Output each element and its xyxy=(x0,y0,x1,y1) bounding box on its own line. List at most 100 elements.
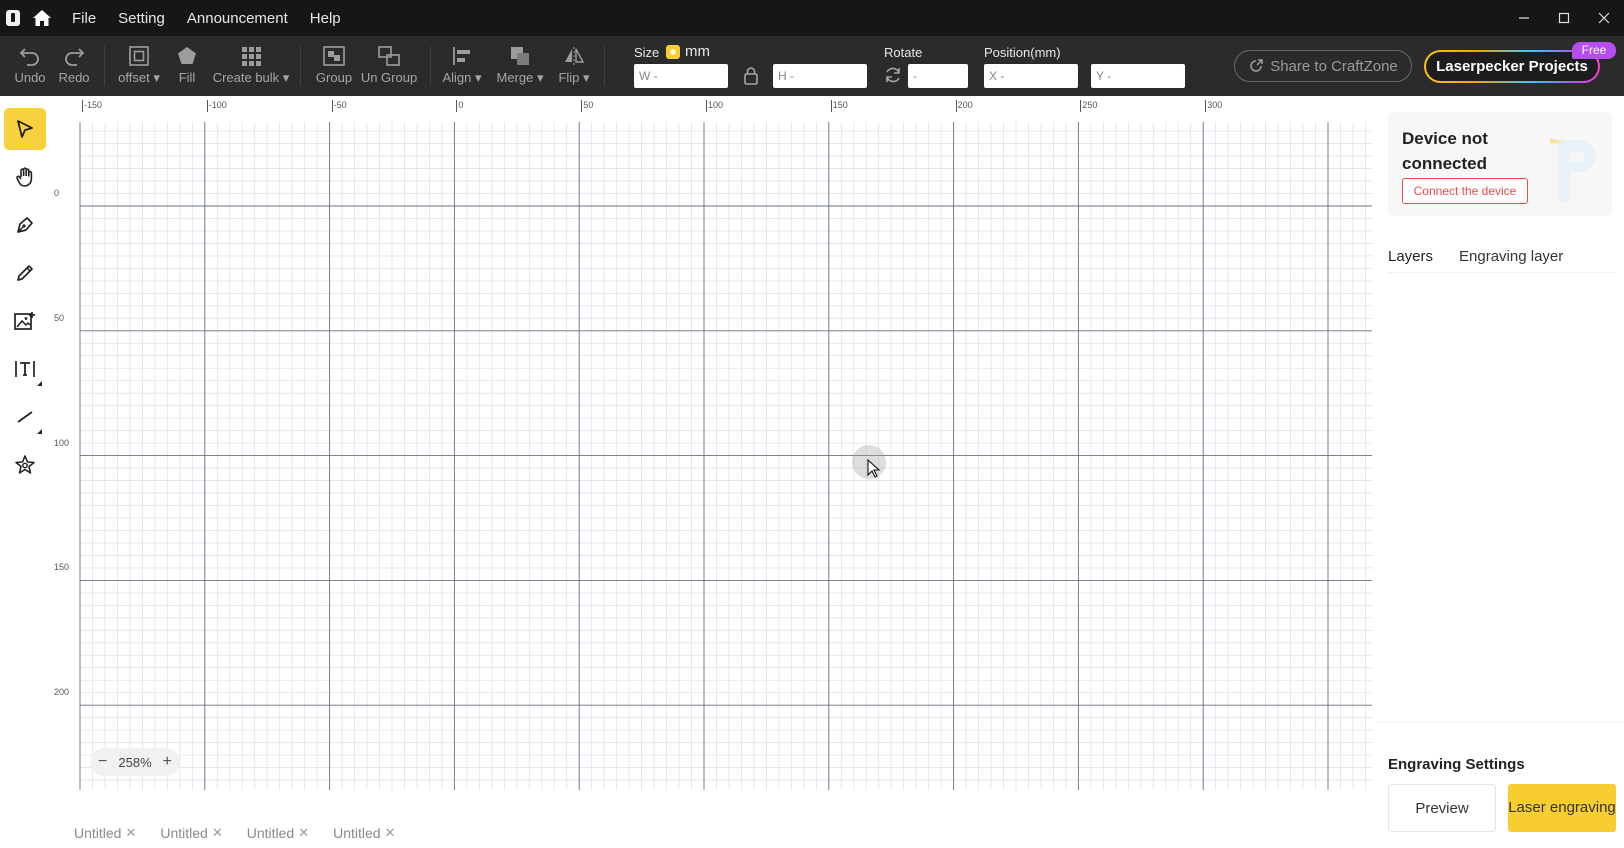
toolbar-divider xyxy=(300,46,301,86)
preview-button[interactable]: Preview xyxy=(1388,784,1496,832)
close-tab-icon[interactable]: ✕ xyxy=(298,825,309,841)
menu-setting[interactable]: Setting xyxy=(118,10,165,27)
minimize-icon xyxy=(1519,17,1529,19)
group-icon xyxy=(323,46,345,66)
share-craftzone-button[interactable]: Share to CraftZone xyxy=(1234,50,1412,82)
grid-background xyxy=(79,122,1372,790)
select-tool[interactable] xyxy=(4,108,46,150)
tab-title: Untitled xyxy=(333,825,381,841)
close-button[interactable] xyxy=(1584,0,1624,36)
document-tab[interactable]: Untitled ✕ xyxy=(333,825,395,841)
document-tab[interactable]: Untitled ✕ xyxy=(247,825,309,841)
redo-label: Redo xyxy=(58,70,90,85)
unit-toggle[interactable] xyxy=(666,45,680,59)
ruler-tick xyxy=(456,100,458,112)
connect-device-button[interactable]: Connect the device xyxy=(1402,178,1528,204)
pencil-icon xyxy=(17,265,33,281)
group-label: Group xyxy=(315,70,353,85)
zoom-in-button[interactable]: + xyxy=(163,753,172,771)
hand-icon xyxy=(16,167,33,187)
ungroup-icon xyxy=(378,46,400,66)
grid-icon xyxy=(242,47,261,66)
ruler-label: 0 xyxy=(54,188,60,198)
lock-icon xyxy=(744,67,758,85)
minimize-button[interactable] xyxy=(1504,0,1544,36)
home-icon xyxy=(33,10,51,26)
magic-tool[interactable] xyxy=(4,444,46,486)
lock-aspect-button[interactable] xyxy=(742,66,760,91)
text-icon xyxy=(15,361,35,377)
pen-tool[interactable] xyxy=(4,204,46,246)
engraving-settings-title: Engraving Settings xyxy=(1388,756,1525,773)
home-button[interactable] xyxy=(24,0,60,36)
pencil-tool[interactable] xyxy=(4,252,46,294)
toolbar: Undo Redo offset ▾ Fill Create bulk ▾ Gr… xyxy=(0,36,1624,96)
ruler-label: -150 xyxy=(84,100,103,110)
fill-button[interactable]: Fill xyxy=(172,36,202,96)
image-tool[interactable] xyxy=(4,300,46,342)
toolbar-divider xyxy=(604,46,605,86)
ruler-label: 50 xyxy=(54,312,65,323)
panel-tabs: Layers Engraving layer xyxy=(1388,242,1589,272)
size-label: Size xyxy=(634,45,660,60)
rotate-field[interactable]: - xyxy=(908,64,968,88)
undo-icon xyxy=(19,48,39,66)
ruler-tick xyxy=(830,100,832,112)
zoom-control: − 258% + xyxy=(90,748,180,776)
ruler-tick xyxy=(331,100,333,112)
align-button[interactable]: Align ▾ xyxy=(440,36,484,96)
y-field[interactable]: Y - xyxy=(1091,64,1185,88)
menu-file[interactable]: File xyxy=(72,10,96,27)
ruler-label: 200 xyxy=(957,100,973,110)
merge-button[interactable]: Merge ▾ xyxy=(494,36,546,96)
close-tab-icon[interactable]: ✕ xyxy=(212,825,223,841)
create-bulk-button[interactable]: Create bulk ▾ xyxy=(212,36,290,96)
share-icon xyxy=(1250,59,1263,72)
design-canvas[interactable]: -150 -100 -50 0 50 100 150 200 250 300 0 50 100 150 2… xyxy=(52,96,1376,818)
tab-layers[interactable]: Layers xyxy=(1388,242,1449,272)
toolbar-divider xyxy=(430,46,431,86)
text-tool[interactable] xyxy=(4,348,46,390)
ruler-tick xyxy=(706,100,707,112)
height-field[interactable]: H - xyxy=(773,64,867,88)
menu-help[interactable]: Help xyxy=(310,10,341,27)
group-button[interactable]: Group xyxy=(312,36,356,96)
free-badge: Free xyxy=(1572,42,1616,59)
close-tab-icon[interactable]: ✕ xyxy=(125,825,136,841)
mouse-cursor-icon xyxy=(867,459,881,478)
submenu-indicator-icon xyxy=(37,429,42,434)
offset-button[interactable]: offset ▾ xyxy=(114,36,164,96)
ruler-label: -100 xyxy=(208,100,227,110)
horizontal-ruler: -150 -100 -50 0 50 100 150 200 250 300 xyxy=(52,96,1376,122)
line-icon xyxy=(17,411,33,423)
redo-button[interactable]: Redo xyxy=(54,36,94,96)
tab-engraving-layer[interactable]: Engraving layer xyxy=(1459,242,1579,272)
line-tool[interactable] xyxy=(4,396,46,438)
tab-title: Untitled xyxy=(74,825,122,841)
offset-label: offset xyxy=(118,70,150,85)
x-field[interactable]: X - xyxy=(984,64,1078,88)
app-logo-icon xyxy=(6,10,20,26)
device-status-card: Device not connected Connect the device xyxy=(1388,112,1612,216)
undo-button[interactable]: Undo xyxy=(10,36,50,96)
flip-button[interactable]: Flip ▾ xyxy=(554,36,594,96)
zoom-out-button[interactable]: − xyxy=(98,753,107,771)
laser-engraving-button[interactable]: Laser engraving xyxy=(1508,784,1616,832)
ruler-label: 250 xyxy=(1082,100,1098,110)
maximize-button[interactable] xyxy=(1544,0,1584,36)
menu-announcement[interactable]: Announcement xyxy=(187,10,288,27)
ruler-label: 150 xyxy=(54,562,70,573)
document-tab[interactable]: Untitled ✕ xyxy=(74,825,136,841)
submenu-indicator-icon xyxy=(37,381,42,386)
ungroup-button[interactable]: Un Group xyxy=(360,36,418,96)
document-tab[interactable]: Untitled ✕ xyxy=(160,825,222,841)
hand-tool[interactable] xyxy=(4,156,46,198)
close-tab-icon[interactable]: ✕ xyxy=(385,825,396,841)
ruler-label: 0 xyxy=(458,100,464,110)
position-label: Position(mm) xyxy=(984,45,1061,60)
rotate-icon xyxy=(884,66,902,89)
maximize-icon xyxy=(1558,12,1570,24)
width-field[interactable]: W - xyxy=(634,64,728,88)
pointer-icon xyxy=(17,120,33,138)
merge-label: Merge xyxy=(496,70,534,85)
